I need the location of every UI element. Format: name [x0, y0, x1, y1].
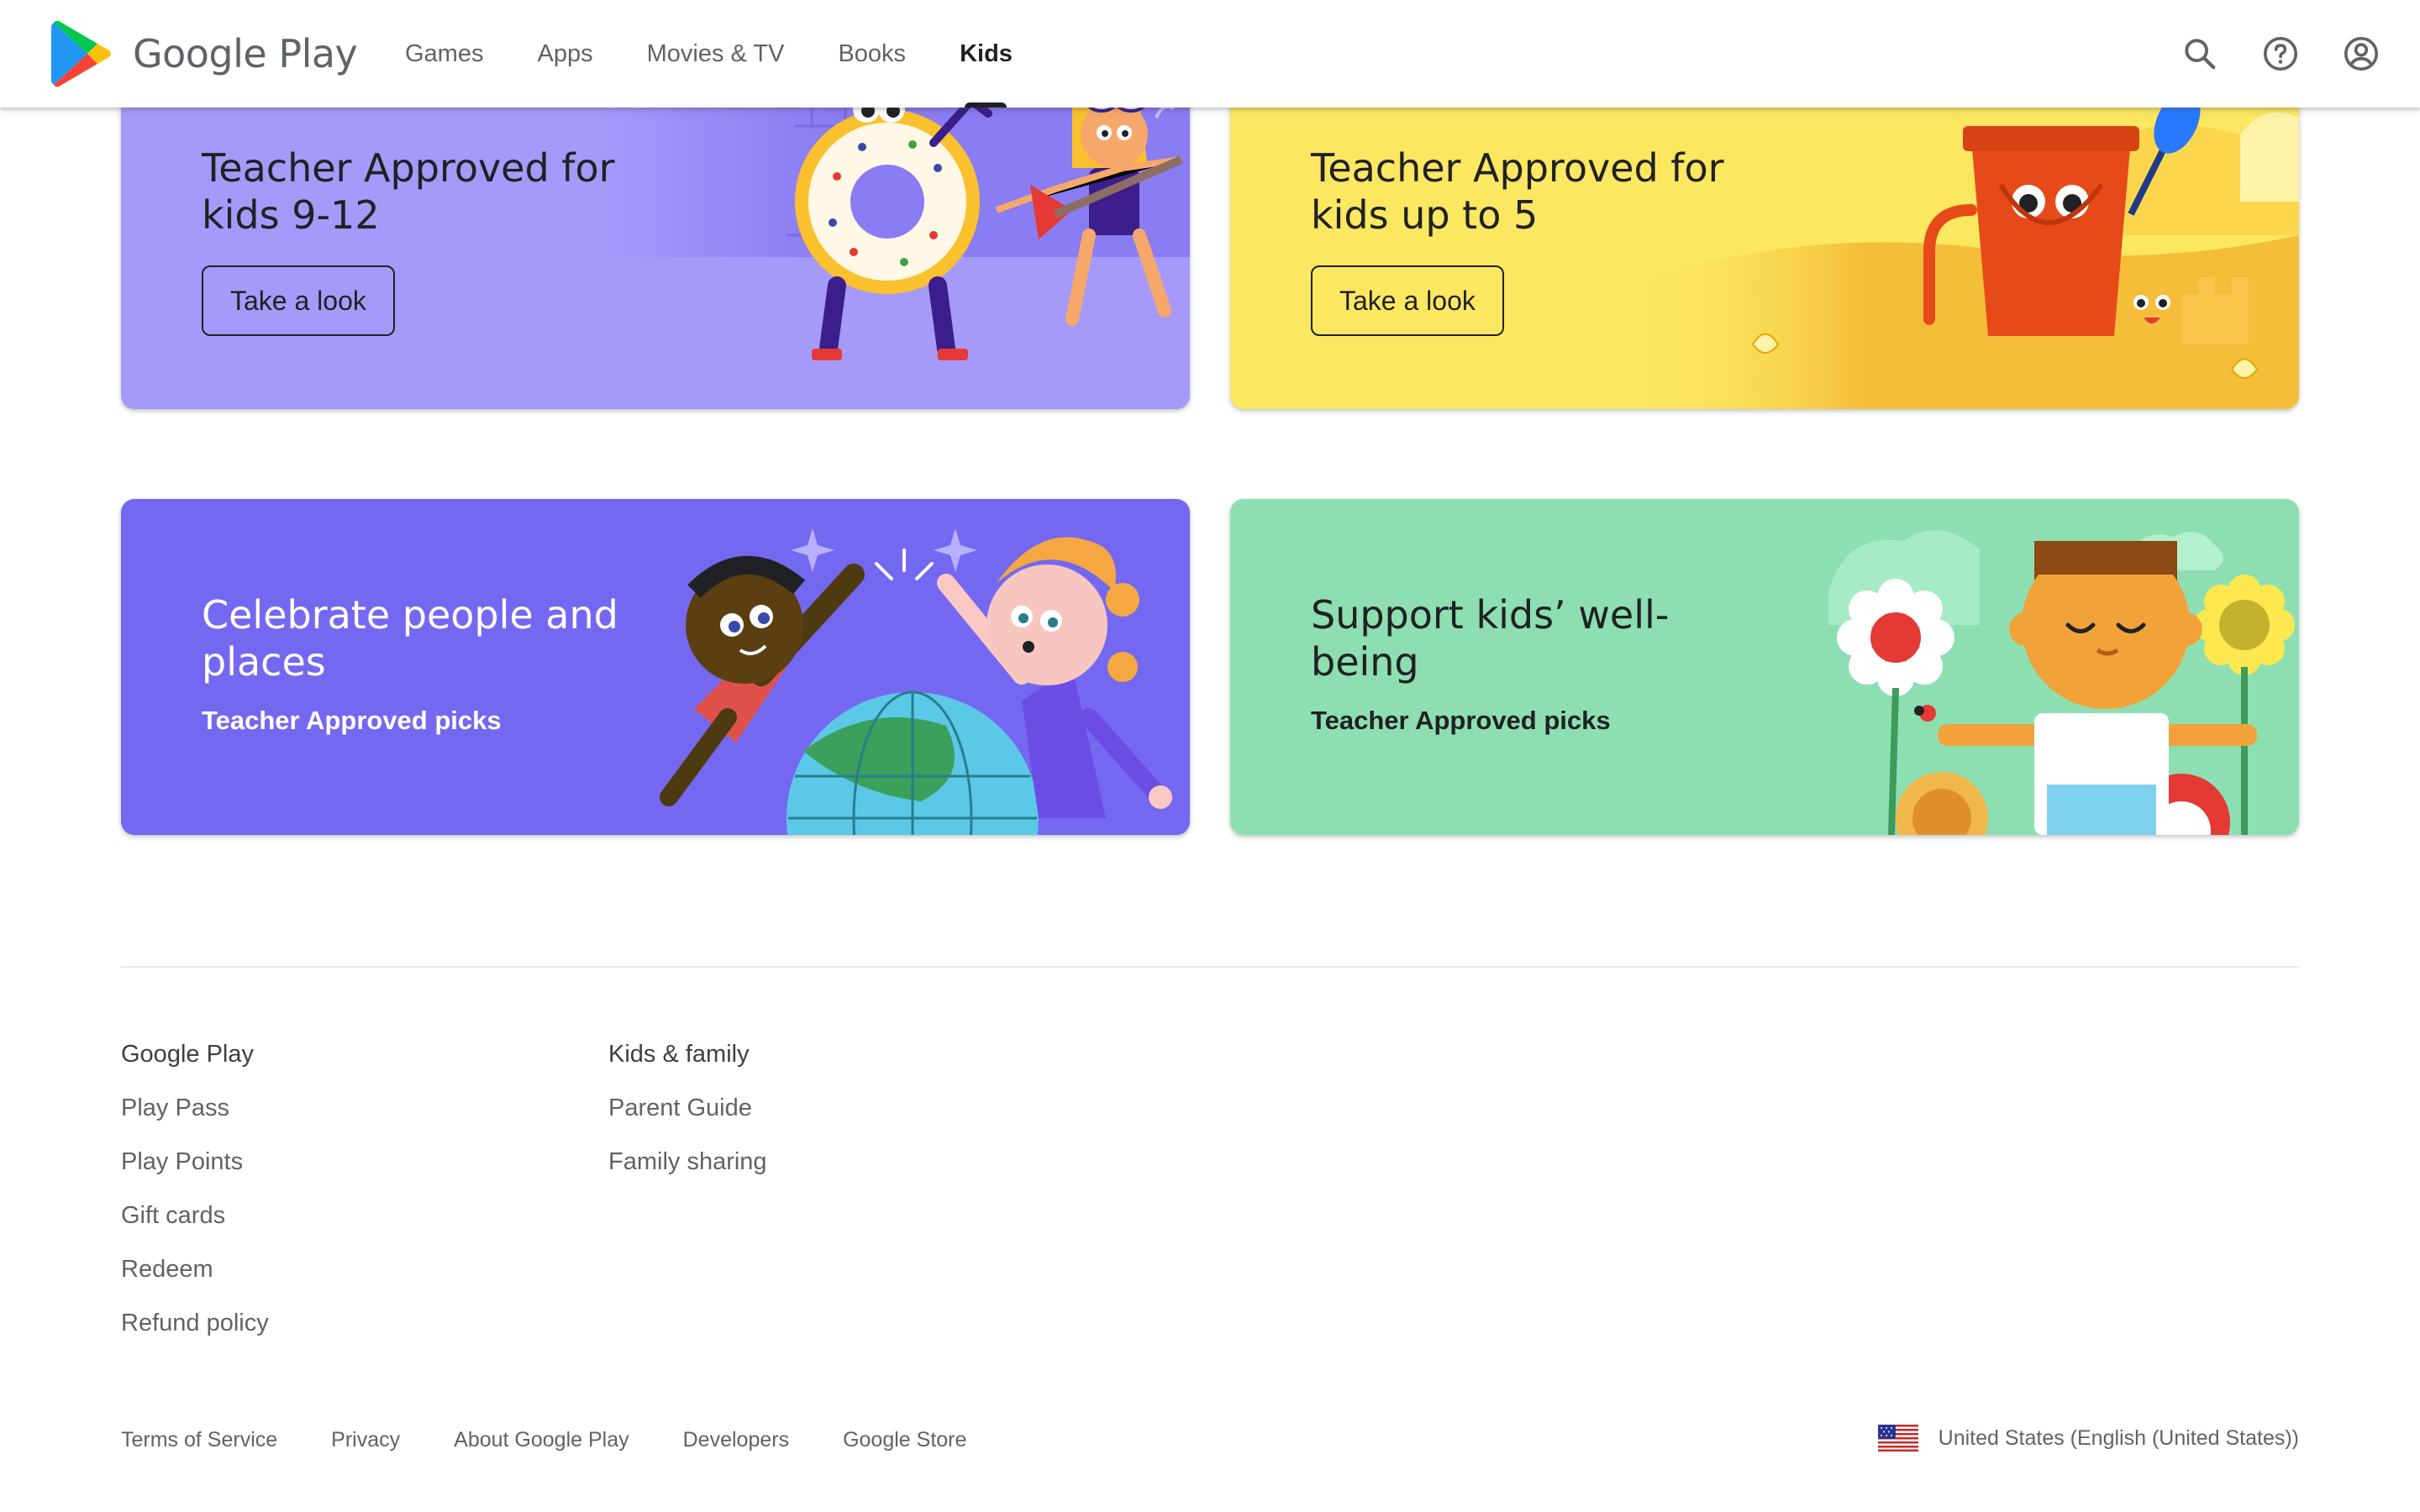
tab-label: Apps: [537, 39, 593, 67]
terms-of-service-link[interactable]: Terms of Service: [121, 1428, 277, 1452]
footer-link-play-points[interactable]: Play Points: [121, 1145, 269, 1179]
tab-label: Games: [405, 39, 484, 67]
us-flag-icon: [1877, 1425, 1918, 1452]
developers-link[interactable]: Developers: [683, 1428, 789, 1452]
google-store-link[interactable]: Google Store: [843, 1428, 966, 1452]
footer-bottom-links: Terms of Service Privacy About Google Pl…: [121, 1428, 966, 1452]
brand-name: Google Play: [133, 31, 358, 76]
footer-divider: [121, 966, 2299, 968]
footer-link-refund-policy[interactable]: Refund policy: [121, 1306, 269, 1340]
card-kids-9-12[interactable]: Teacher Approved for kids 9-12 Take a lo…: [121, 67, 1190, 409]
locale-selector[interactable]: United States (English (United States)): [1877, 1425, 2299, 1452]
card-celebrate-people-places[interactable]: Celebrate people and places Teacher Appr…: [121, 499, 1190, 835]
take-a-look-button[interactable]: Take a look: [202, 265, 395, 336]
play-logo-icon: [51, 20, 111, 87]
account-icon: [2344, 36, 2379, 71]
footer-heading: Google Play: [121, 1041, 254, 1068]
search-button[interactable]: [2171, 25, 2228, 82]
footer-link-gift-cards[interactable]: Gift cards: [121, 1199, 269, 1232]
header-actions: [2171, 25, 2390, 82]
tab-movies-tv[interactable]: Movies & TV: [620, 0, 812, 108]
footer-link-family-sharing[interactable]: Family sharing: [608, 1145, 767, 1179]
help-button[interactable]: [2252, 25, 2309, 82]
footer-heading: Kids & family: [608, 1041, 750, 1068]
footer-column-kids-family: Kids & family Parent Guide Family sharin…: [608, 1037, 767, 1199]
card-subtitle: Teacher Approved picks: [1311, 706, 1611, 735]
card-title: Teacher Approved for kids 9-12: [202, 145, 615, 238]
tab-books[interactable]: Books: [811, 0, 933, 108]
top-app-bar: Google Play Games Apps Movies & TV Books…: [0, 0, 2420, 108]
footer-link-redeem[interactable]: Redeem: [121, 1252, 269, 1286]
high-five-kids-illustration: [660, 528, 1172, 835]
search-icon: [2185, 39, 2216, 70]
tab-apps[interactable]: Apps: [510, 0, 619, 108]
account-button[interactable]: [2333, 25, 2390, 82]
locale-label: United States (English (United States)): [1938, 1425, 2299, 1450]
tab-label: Books: [838, 39, 907, 67]
card-title: Celebrate people and places: [202, 592, 618, 685]
mindful-kid-illustration: [1828, 530, 2295, 835]
card-support-well-being[interactable]: Support kids’ well-being Teacher Approve…: [1230, 499, 2299, 835]
card-kids-up-to-5[interactable]: Teacher Approved for kids up to 5 Take a…: [1230, 67, 2299, 409]
card-subtitle: Teacher Approved picks: [202, 706, 502, 735]
take-a-look-button[interactable]: Take a look: [1311, 265, 1504, 336]
card-title: Support kids’ well-being: [1311, 592, 1670, 685]
privacy-link[interactable]: Privacy: [331, 1428, 400, 1452]
footer-column-google-play: Google Play Play Pass Play Points Gift c…: [121, 1037, 269, 1360]
footer-link-parent-guide[interactable]: Parent Guide: [608, 1091, 767, 1125]
google-play-logo[interactable]: Google Play: [50, 20, 358, 87]
help-icon: [2263, 36, 2298, 71]
footer-link-play-pass[interactable]: Play Pass: [121, 1091, 269, 1125]
main-nav: Games Apps Movies & TV Books Kids: [378, 0, 1039, 108]
about-google-play-link[interactable]: About Google Play: [454, 1428, 629, 1452]
tab-label: Movies & TV: [646, 39, 785, 67]
music-kids-illustration: [602, 67, 1190, 409]
card-title: Teacher Approved for kids up to 5: [1311, 145, 1724, 238]
tab-label: Kids: [960, 39, 1013, 67]
tab-kids[interactable]: Kids: [933, 0, 1039, 108]
tab-games[interactable]: Games: [378, 0, 510, 108]
